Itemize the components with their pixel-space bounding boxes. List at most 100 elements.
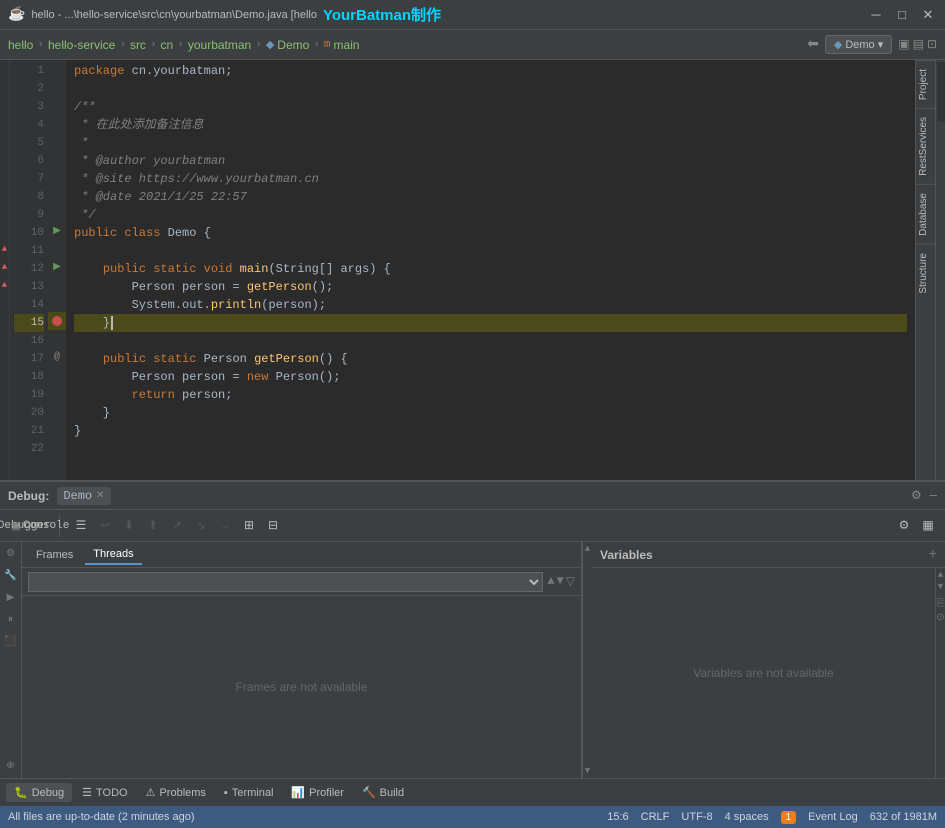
debug-layout-button[interactable]: ▦ — [917, 515, 939, 537]
nav-bar: hello › hello-service › src › cn › yourb… — [0, 30, 945, 60]
indent-info[interactable]: 4 spaces — [725, 811, 769, 823]
problems-tab-icon: ⚠ — [146, 786, 156, 799]
variables-scroll-controls: ▲ ▼ ⎘ ⊙ — [936, 570, 944, 776]
right-sidebar: Project RestServices Database Structure — [915, 60, 935, 480]
nav-backward-icon[interactable]: ⬅ — [807, 36, 819, 53]
variables-empty-message: Variables are not available — [592, 568, 935, 778]
nav-hello[interactable]: hello — [8, 38, 33, 52]
tab-build[interactable]: 🔨 Build — [354, 783, 412, 802]
var-copy-icon[interactable]: ⎘ — [936, 598, 944, 610]
code-editor[interactable]: package cn.yourbatman; /** * 在此处添加备注信息 *… — [66, 60, 915, 480]
todo-tab-icon: ☰ — [82, 786, 92, 799]
debug-icon-6[interactable]: ⊕ — [3, 758, 19, 774]
terminal-tab-icon: ▪ — [224, 787, 228, 799]
debug-minimize-button[interactable]: ─ — [930, 489, 937, 503]
title-bar: ☕ hello - ...\hello-service\src\cn\yourb… — [0, 0, 945, 30]
close-button[interactable]: ✕ — [919, 6, 937, 24]
status-bar: All files are up-to-date (2 minutes ago)… — [0, 806, 945, 828]
scroll-down-arrow[interactable]: ▼ — [585, 766, 590, 776]
app-icon: ☕ — [8, 6, 25, 23]
scroll-up-icon[interactable]: ▲ — [547, 574, 554, 589]
debug-icon-2[interactable]: 🔧 — [3, 568, 19, 584]
var-scroll-up[interactable]: ▲ — [938, 570, 943, 580]
debug-header: Debug: Demo ✕ ⚙ ─ — [0, 482, 945, 510]
status-message: All files are up-to-date (2 minutes ago) — [8, 811, 194, 823]
add-variable-button[interactable]: + — [929, 547, 937, 563]
filter-icon[interactable]: ▽ — [566, 574, 575, 589]
variables-scrollbar[interactable]: ▲ ▼ ⎘ ⊙ — [935, 568, 945, 778]
encoding[interactable]: UTF-8 — [681, 811, 712, 823]
frames-scrollbar[interactable]: ▲ ▼ — [582, 542, 592, 778]
sidebar-project-tab[interactable]: Project — [916, 60, 935, 108]
variables-pane: Variables + Variables are not available … — [592, 542, 945, 778]
sidebar-database-tab[interactable]: Database — [916, 184, 935, 244]
resume-button[interactable]: ⬆ — [142, 515, 164, 537]
line-ending[interactable]: CRLF — [641, 811, 670, 823]
editor-scrollbar[interactable] — [935, 60, 945, 480]
sidebar-restservices-tab[interactable]: RestServices — [916, 108, 935, 184]
debug-icon-4[interactable]: ⏸ — [3, 612, 19, 628]
frames-tabs: Frames Threads — [22, 542, 581, 568]
memory-usage[interactable]: 632 of 1981M — [870, 811, 937, 823]
session-label: Demo — [63, 489, 92, 503]
bottom-tabs: 🐛 Debug ☰ TODO ⚠ Problems ▪ Terminal 📊 P… — [0, 778, 945, 806]
title-text: hello - ...\hello-service\src\cn\yourbat… — [31, 9, 317, 21]
debug-toolbar: 🐛 Debugger ▣ Console ☰ ↩ ⬇ ⬆ ↗ ↘ → ⊞ ⊟ ⚙… — [0, 510, 945, 542]
debug-toolbar-settings[interactable]: ⚙ — [893, 515, 915, 537]
session-close-icon[interactable]: ✕ — [96, 490, 104, 502]
event-log-badge: 1 — [781, 811, 797, 824]
variables-title: Variables — [600, 548, 653, 562]
var-inspect-icon[interactable]: ⊙ — [936, 612, 944, 624]
scroll-down-icon[interactable]: ▼ — [557, 574, 564, 589]
nav-yourbatman[interactable]: yourbatman — [188, 38, 251, 52]
debug-icon-3[interactable]: ▶ — [3, 590, 19, 606]
evaluate-button[interactable]: ⊞ — [238, 515, 260, 537]
debug-icon-5[interactable]: ⬛ — [3, 634, 19, 650]
title-brand: YourBatman制作 — [323, 4, 441, 25]
frames-tab-threads[interactable]: Threads — [85, 545, 141, 565]
tab-debug[interactable]: 🐛 Debug — [6, 783, 72, 802]
cursor-position[interactable]: 15:6 — [607, 811, 628, 823]
editor-area: ▲ ▲ ▲ 1 2 3 4 5 6 7 8 9 10 11 12 13 14 1… — [0, 60, 945, 480]
thread-dropdown[interactable] — [28, 572, 543, 592]
nav-hello-service[interactable]: hello-service — [48, 38, 115, 52]
nav-main[interactable]: m main — [324, 38, 360, 52]
scroll-up-arrow[interactable]: ▲ — [585, 544, 590, 554]
demo-run-button[interactable]: ◆ Demo ▾ — [825, 35, 892, 54]
run-config-icons: ▣▤⊡ — [898, 37, 937, 52]
frames-pane: Frames Threads ▲ ▼ ▽ Frames are not avai… — [22, 542, 582, 778]
rerun-button[interactable]: ↩ — [94, 515, 116, 537]
debug-content: ⚙ 🔧 ▶ ⏸ ⬛ ⊕ Frames Threads ▲ ▼ ▽ Fram — [0, 542, 945, 778]
maximize-button[interactable]: □ — [893, 6, 911, 24]
tab-problems[interactable]: ⚠ Problems — [138, 783, 214, 802]
minimize-button[interactable]: ─ — [867, 6, 885, 24]
nav-cn[interactable]: cn — [161, 38, 174, 52]
gutter-markers: ▶ ▶ @ — [48, 60, 66, 480]
nav-demo-file[interactable]: ◆ Demo — [266, 38, 309, 52]
error-gutter: ▲ ▲ ▲ — [0, 60, 10, 480]
sidebar-structure-tab[interactable]: Structure — [916, 244, 935, 302]
debug-session-tab[interactable]: Demo ✕ — [57, 487, 110, 505]
var-scroll-down[interactable]: ▼ — [938, 582, 943, 592]
nav-src[interactable]: src — [130, 38, 146, 52]
watch-button[interactable]: ⊟ — [262, 515, 284, 537]
menu-icon-button[interactable]: ☰ — [70, 515, 92, 537]
event-log-label[interactable]: Event Log — [808, 811, 858, 823]
profiler-tab-icon: 📊 — [291, 786, 305, 799]
run-cursor-button[interactable]: → — [214, 515, 236, 537]
step-over-button[interactable]: ↗ — [166, 515, 188, 537]
debug-icon-1[interactable]: ⚙ — [3, 546, 19, 562]
debug-panel: Debug: Demo ✕ ⚙ ─ 🐛 Debugger ▣ Console ☰… — [0, 480, 945, 778]
console-tab-button[interactable]: ▣ Console — [29, 515, 51, 537]
build-tab-icon: 🔨 — [362, 786, 376, 799]
debug-tab-icon: 🐛 — [14, 786, 28, 799]
tab-todo[interactable]: ☰ TODO — [74, 783, 135, 802]
tab-profiler[interactable]: 📊 Profiler — [283, 783, 352, 802]
stop-button[interactable]: ⬇ — [118, 515, 140, 537]
frames-tab-frames[interactable]: Frames — [28, 546, 81, 564]
step-into-button[interactable]: ↘ — [190, 515, 212, 537]
tab-terminal[interactable]: ▪ Terminal — [216, 784, 281, 802]
debug-settings-button[interactable]: ⚙ — [911, 488, 922, 503]
variables-header: Variables + — [592, 542, 945, 568]
frames-empty-message: Frames are not available — [22, 596, 581, 778]
